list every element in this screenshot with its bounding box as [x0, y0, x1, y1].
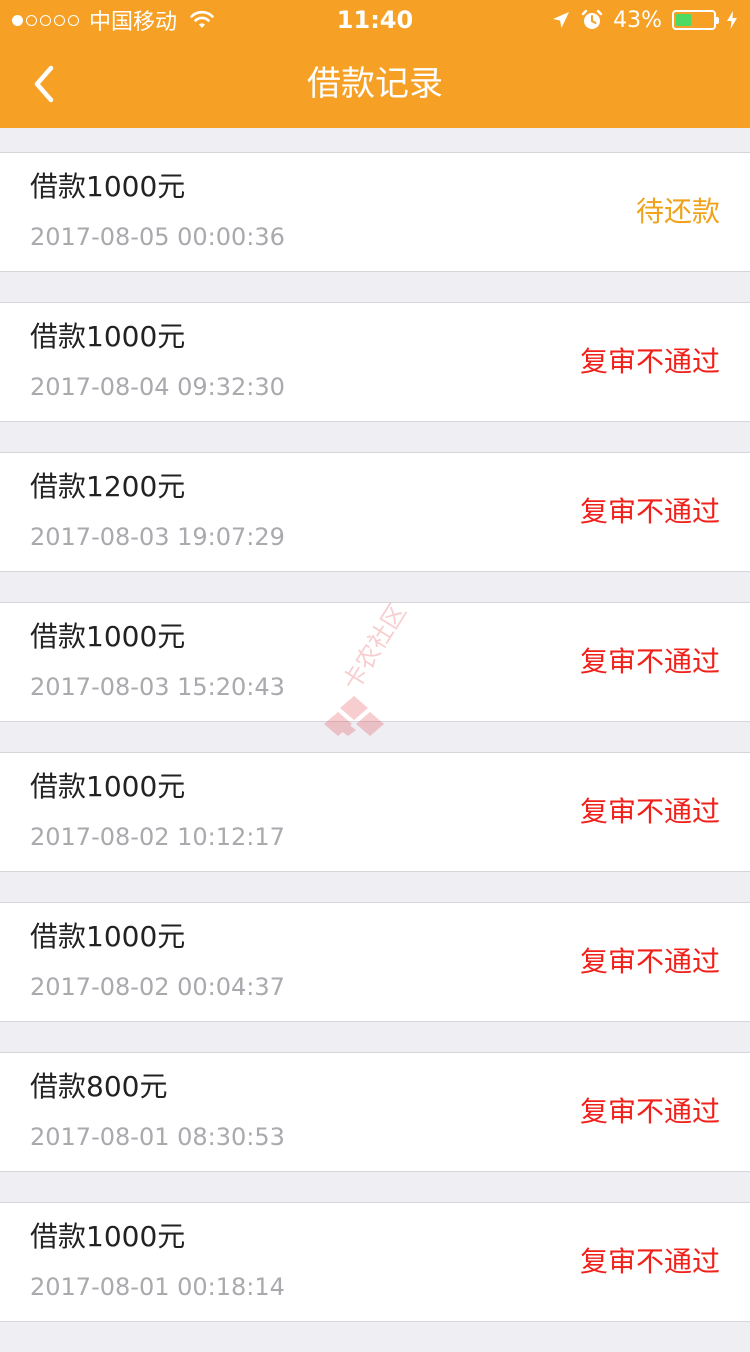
alarm-icon	[581, 9, 603, 29]
loan-timestamp: 2017-08-03 15:20:43	[30, 673, 285, 701]
loan-status: 复审不通过	[579, 645, 720, 678]
battery-level	[676, 14, 692, 26]
battery-percent: 43%	[613, 7, 662, 33]
loan-record-row[interactable]: 借款1000元 2017-08-02 00:04:37 复审不通过	[0, 902, 750, 1022]
loan-record-row[interactable]: 借款1000元 2017-08-05 00:00:36 待还款	[0, 152, 750, 272]
loan-timestamp: 2017-08-02 00:04:37	[30, 973, 285, 1001]
loan-record-row[interactable]: 借款1000元 2017-08-04 09:32:30 复审不通过	[0, 302, 750, 422]
loan-amount-label: 借款1000元	[30, 770, 186, 803]
loan-amount-label: 借款1000元	[30, 620, 186, 653]
loan-status: 复审不通过	[579, 1095, 720, 1128]
loan-status: 复审不通过	[579, 795, 720, 828]
loan-amount-label: 借款1000元	[30, 920, 186, 953]
loan-status: 复审不通过	[579, 1245, 720, 1278]
loan-timestamp: 2017-08-04 09:32:30	[30, 373, 285, 401]
loan-amount-label: 借款800元	[30, 1070, 168, 1103]
loan-amount-label: 借款1000元	[30, 320, 186, 353]
loan-timestamp: 2017-08-02 10:12:17	[30, 823, 285, 851]
loan-status: 复审不通过	[579, 345, 720, 378]
loan-timestamp: 2017-08-03 19:07:29	[30, 523, 285, 551]
battery-icon	[672, 10, 719, 30]
loan-status: 复审不通过	[579, 945, 720, 978]
location-arrow-icon	[553, 12, 570, 28]
navigation-bar: 借款记录	[0, 40, 750, 128]
loan-status: 复审不通过	[579, 495, 720, 528]
loan-record-row[interactable]: 借款1000元 2017-08-03 15:20:43 复审不通过	[0, 602, 750, 722]
loan-status: 待还款	[635, 195, 720, 228]
loan-timestamp: 2017-08-01 08:30:53	[30, 1123, 285, 1151]
page-title: 借款记录	[307, 64, 443, 104]
loan-record-list: 借款1000元 2017-08-05 00:00:36 待还款 借款1000元 2017…	[0, 152, 750, 1352]
loan-record-row[interactable]: 借款1000元 2017-08-02 10:12:17 复审不通过	[0, 752, 750, 872]
loan-timestamp: 2017-08-05 00:00:36	[30, 223, 285, 251]
loan-record-row[interactable]: 借款800元 2017-08-01 08:30:53 复审不通过	[0, 1052, 750, 1172]
charging-bolt-icon	[727, 11, 737, 29]
loan-timestamp: 2017-08-01 00:18:14	[30, 1273, 285, 1301]
loan-record-row[interactable]: 借款1200元 2017-08-03 19:07:29 复审不通过	[0, 452, 750, 572]
loan-amount-label: 借款1000元	[30, 170, 186, 203]
header-bar: 中国移动 11:40 43% 借款记录	[0, 0, 750, 128]
loan-amount-label: 借款1200元	[30, 470, 186, 503]
loan-amount-label: 借款1000元	[30, 1220, 186, 1253]
status-bar-right: 43%	[551, 6, 738, 34]
loan-record-row[interactable]: 借款1000元 2017-08-01 00:18:14 复审不通过	[0, 1202, 750, 1322]
status-bar: 中国移动 11:40 43%	[0, 0, 750, 40]
